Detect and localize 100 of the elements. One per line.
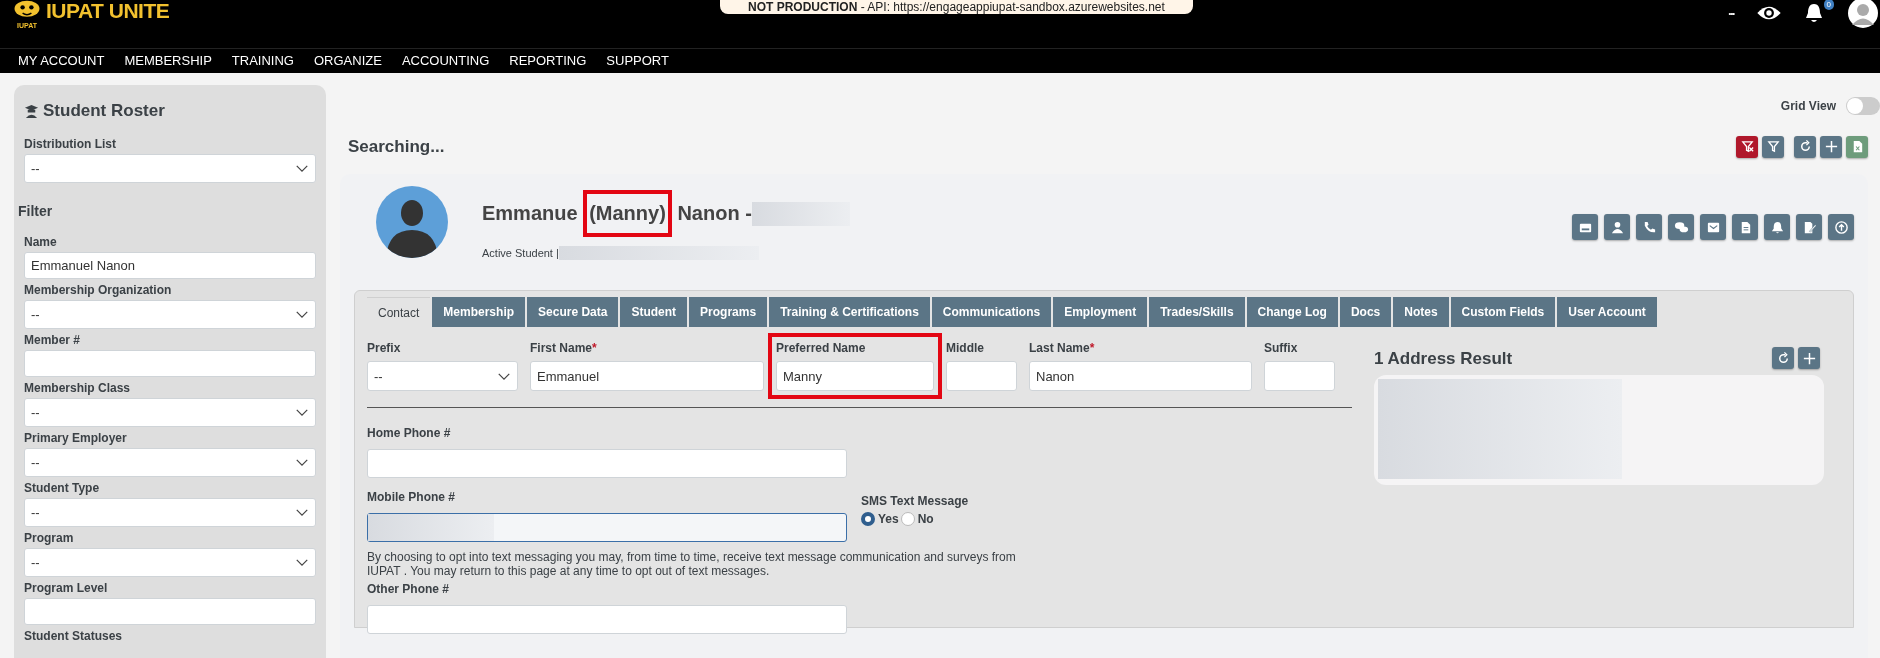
nav-link[interactable]: ORGANIZE: [303, 49, 392, 73]
field-label: Mobile Phone #: [367, 490, 456, 504]
field-label: Last Name*: [1029, 341, 1096, 355]
section-title: Filter: [18, 203, 54, 219]
person-button[interactable]: [1604, 214, 1630, 240]
panel-title: Student Roster: [43, 101, 165, 121]
more-menu[interactable]: •••: [1728, 8, 1734, 18]
input-field[interactable]: Emmanuel: [530, 361, 764, 391]
bell-button[interactable]: [1764, 214, 1790, 240]
tab[interactable]: Student: [620, 297, 688, 327]
chevron-down-icon: [295, 408, 309, 417]
field-label: Preferred Name: [776, 341, 867, 355]
eye-icon[interactable]: [1756, 4, 1782, 22]
select-field[interactable]: --: [24, 498, 316, 527]
field-label: Member #: [24, 333, 82, 347]
refresh-button[interactable]: [1772, 347, 1794, 369]
environment-banner: NOT PRODUCTION - API: https://engageappiupat-sandbox.azurewebsites.net: [720, 0, 1193, 14]
tab[interactable]: User Account: [1557, 297, 1657, 327]
bell-icon: [1769, 219, 1785, 235]
tab[interactable]: Training & Certifications: [769, 297, 930, 327]
input-field[interactable]: Manny: [776, 361, 934, 391]
chevron-down-icon: [295, 164, 309, 173]
field-label: Program Level: [24, 581, 109, 595]
radio-option[interactable]: No: [900, 512, 934, 526]
field-label: Primary Employer: [24, 431, 128, 445]
tab[interactable]: Change Log: [1246, 297, 1338, 327]
tab[interactable]: Trades/Skills: [1149, 297, 1245, 327]
nav-link[interactable]: TRAINING: [221, 49, 304, 73]
tab[interactable]: Docs: [1339, 297, 1392, 327]
brand-name[interactable]: IUPAT UNITE: [46, 0, 170, 22]
bell-icon[interactable]: [1804, 2, 1824, 24]
select-field[interactable]: --: [24, 548, 316, 577]
user-avatar-icon[interactable]: [1846, 0, 1880, 28]
field-label: Program: [24, 531, 75, 545]
add-button[interactable]: [1798, 347, 1820, 369]
field-label: Membership Class: [24, 381, 132, 395]
export-button[interactable]: [1846, 135, 1868, 158]
status-text: Searching...: [348, 136, 445, 157]
select-field[interactable]: --: [367, 361, 518, 391]
nav-link[interactable]: ACCOUNTING: [391, 49, 500, 73]
notification-badge: 0: [1823, 0, 1834, 10]
plus-icon: [1801, 350, 1817, 366]
field-label: First Name*: [530, 341, 598, 355]
mail-button[interactable]: [1700, 214, 1726, 240]
grid-view-toggle[interactable]: [1846, 97, 1880, 115]
radio-option[interactable]: Yes: [861, 512, 899, 526]
nav-link[interactable]: SUPPORT: [596, 49, 679, 73]
field-label: Middle: [946, 341, 985, 355]
refresh-button[interactable]: [1794, 135, 1816, 158]
upload-icon: [1833, 219, 1849, 235]
field-label: Prefix: [367, 341, 402, 355]
filter-button[interactable]: [1762, 135, 1784, 158]
field-label: Other Phone #: [367, 582, 450, 596]
disclaimer-text: By choosing to opt into text messaging you may, from time to time, receive text message communication and surveys from IUPAT . You may return to this page at any time to opt out of text messages.: [367, 550, 1017, 578]
tab[interactable]: Notes: [1393, 297, 1449, 327]
tab[interactable]: Programs: [689, 297, 768, 327]
input-field[interactable]: Nanon: [1029, 361, 1252, 391]
select-field[interactable]: --: [24, 300, 316, 329]
field-label: Membership Organization: [24, 283, 173, 297]
toggle-label: Grid View: [1780, 99, 1836, 113]
chevron-down-icon: [295, 310, 309, 319]
phone-button[interactable]: [1636, 214, 1662, 240]
field-label: Student Type: [24, 481, 101, 495]
tab[interactable]: Communications: [931, 297, 1052, 327]
avatar-icon: [376, 186, 448, 258]
card-button[interactable]: [1572, 214, 1598, 240]
graduate-icon: [24, 103, 39, 119]
add-button[interactable]: [1820, 135, 1842, 158]
input-field[interactable]: [367, 513, 847, 542]
tab[interactable]: Secure Data: [527, 297, 619, 327]
chevron-down-icon: [295, 508, 309, 517]
tab[interactable]: Employment: [1053, 297, 1148, 327]
chevron-down-icon: [295, 458, 309, 467]
tab[interactable]: Membership: [432, 297, 526, 327]
section-title: 1 Address Result: [1374, 349, 1513, 369]
select-field[interactable]: --: [24, 154, 316, 183]
field-label: Distribution List: [24, 137, 117, 151]
plus-icon: [1823, 139, 1839, 154]
document-button[interactable]: [1732, 214, 1758, 240]
student-name: Emmanue (Manny) Nanon -: [482, 190, 752, 237]
field-label: Home Phone #: [367, 426, 452, 440]
chevron-down-icon: [497, 371, 511, 381]
clear-filter-icon: [1739, 139, 1755, 154]
nav-link[interactable]: MY ACCOUNT: [8, 49, 115, 73]
input-field[interactable]: Emmanuel Nanon: [24, 252, 316, 279]
tab[interactable]: Custom Fields: [1450, 297, 1556, 327]
edit-button[interactable]: [1796, 214, 1822, 240]
nav-link[interactable]: REPORTING: [499, 49, 597, 73]
field-label: SMS Text Message: [861, 494, 969, 508]
select-field[interactable]: --: [24, 448, 316, 477]
chat-button[interactable]: [1668, 214, 1694, 240]
chevron-down-icon: [295, 558, 309, 567]
select-field[interactable]: --: [24, 398, 316, 427]
clear-filter-button[interactable]: [1736, 135, 1758, 158]
upload-button[interactable]: [1828, 214, 1854, 240]
nav-link[interactable]: MEMBERSHIP: [114, 49, 222, 73]
field-label: Suffix: [1264, 341, 1299, 355]
field-label: Name: [24, 235, 58, 249]
person-icon: [1609, 219, 1625, 235]
filter-icon: [1765, 139, 1781, 154]
